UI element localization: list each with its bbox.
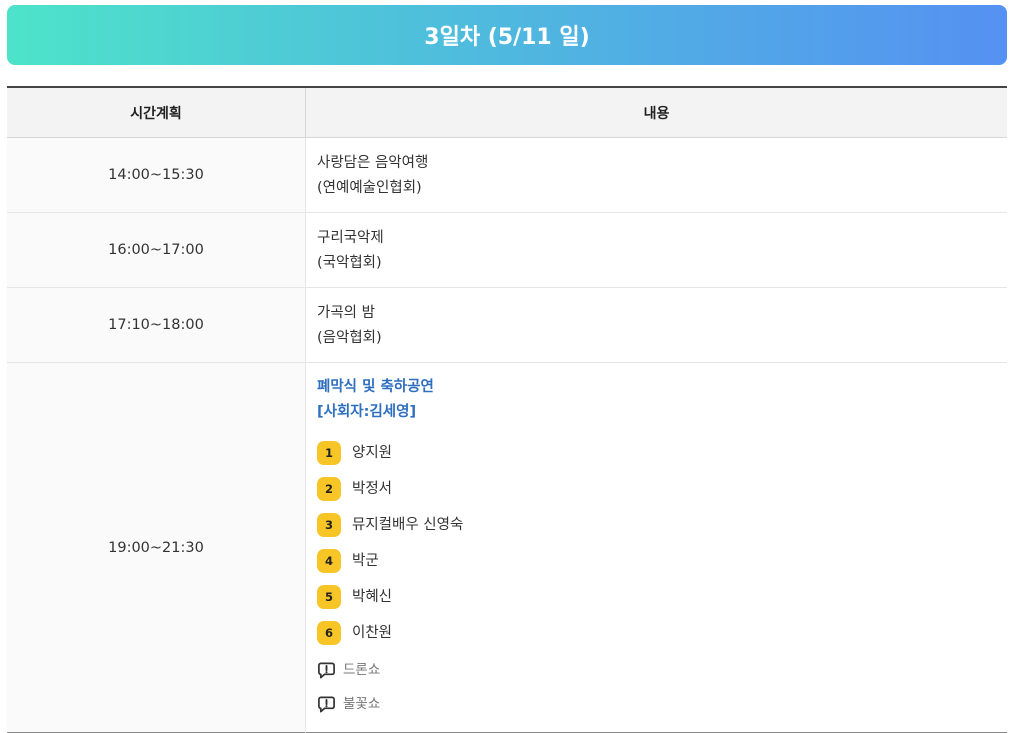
list-item: 3 뮤지컬배우 신영숙 xyxy=(317,507,997,543)
performer-list: 1 양지원 2 박정서 3 뮤지컬배우 신영숙 4 박군 5 박혜신 6 이찬원 xyxy=(317,435,997,651)
day-banner: 3일차 (5/11 일) xyxy=(7,5,1007,65)
time-cell: 19:00~21:30 xyxy=(7,362,306,733)
list-item: 5 박혜신 xyxy=(317,579,997,615)
header-content: 내용 xyxy=(305,87,1007,138)
content-cell: 구리국악제 (국악협회) xyxy=(305,212,1007,288)
time-cell: 16:00~17:00 xyxy=(7,212,306,288)
number-badge: 6 xyxy=(317,621,341,645)
table-row: 19:00~21:30 폐막식 및 축하공연 [사회자:김세영] 1 양지원 2… xyxy=(7,362,1008,733)
time-cell: 14:00~15:30 xyxy=(7,137,306,213)
performer-name: 박정서 xyxy=(352,480,393,497)
closing-ceremony-title: 폐막식 및 축하공연 xyxy=(317,379,434,395)
content-cell: 사랑담은 음악여행 (연예예술인협회) xyxy=(305,137,1007,213)
table-header-row: 시간계획 내용 xyxy=(7,87,1007,138)
number-badge: 2 xyxy=(317,477,341,501)
table-row: 14:00~15:30 사랑담은 음악여행 (연예예술인협회) xyxy=(7,137,1007,213)
program-title: 가곡의 밤 xyxy=(317,304,375,321)
performer-name: 박혜신 xyxy=(352,588,393,605)
table-row: 17:10~18:00 가곡의 밤 (음악협회) xyxy=(7,287,1007,363)
table-row: 16:00~17:00 구리국악제 (국악협회) xyxy=(7,212,1007,288)
schedule-table: 시간계획 내용 14:00~15:30 사랑담은 음악여행 (연예예술인협회) … xyxy=(7,86,1007,733)
event-notes: 드론쇼 불꽃쇼 xyxy=(317,653,997,721)
note-text: 드론쇼 xyxy=(343,661,381,678)
time-cell: 17:10~18:00 xyxy=(7,287,306,363)
speech-bubble-alert-icon xyxy=(318,696,335,712)
program-title: 구리국악제 xyxy=(317,229,384,246)
number-badge: 1 xyxy=(317,441,341,465)
list-item: 드론쇼 xyxy=(317,653,997,687)
performer-name: 뮤지컬배우 신영숙 xyxy=(352,516,464,533)
list-item: 6 이찬원 xyxy=(317,615,997,651)
speech-bubble-alert-icon xyxy=(318,662,335,678)
program-title: 사랑담은 음악여행 xyxy=(317,154,429,171)
day-title: 3일차 (5/11 일) xyxy=(424,25,590,50)
list-item: 4 박군 xyxy=(317,543,997,579)
number-badge: 5 xyxy=(317,585,341,609)
number-badge: 3 xyxy=(317,513,341,537)
list-item: 2 박정서 xyxy=(317,471,997,507)
program-organizer: (음악협회) xyxy=(317,329,382,346)
header-time: 시간계획 xyxy=(7,87,306,138)
host-label: [사회자:김세영] xyxy=(317,404,417,420)
list-item: 불꽃쇼 xyxy=(317,687,997,721)
performer-name: 박군 xyxy=(352,552,379,569)
program-organizer: (국악협회) xyxy=(317,254,382,271)
content-cell: 가곡의 밤 (음악협회) xyxy=(305,287,1007,363)
content-cell: 폐막식 및 축하공연 [사회자:김세영] 1 양지원 2 박정서 3 뮤지컬배우… xyxy=(306,363,1008,733)
list-item: 1 양지원 xyxy=(317,435,997,471)
performer-name: 이찬원 xyxy=(352,624,393,641)
program-organizer: (연예예술인협회) xyxy=(317,179,422,196)
number-badge: 4 xyxy=(317,549,341,573)
performer-name: 양지원 xyxy=(352,444,393,461)
note-text: 불꽃쇼 xyxy=(343,695,381,712)
